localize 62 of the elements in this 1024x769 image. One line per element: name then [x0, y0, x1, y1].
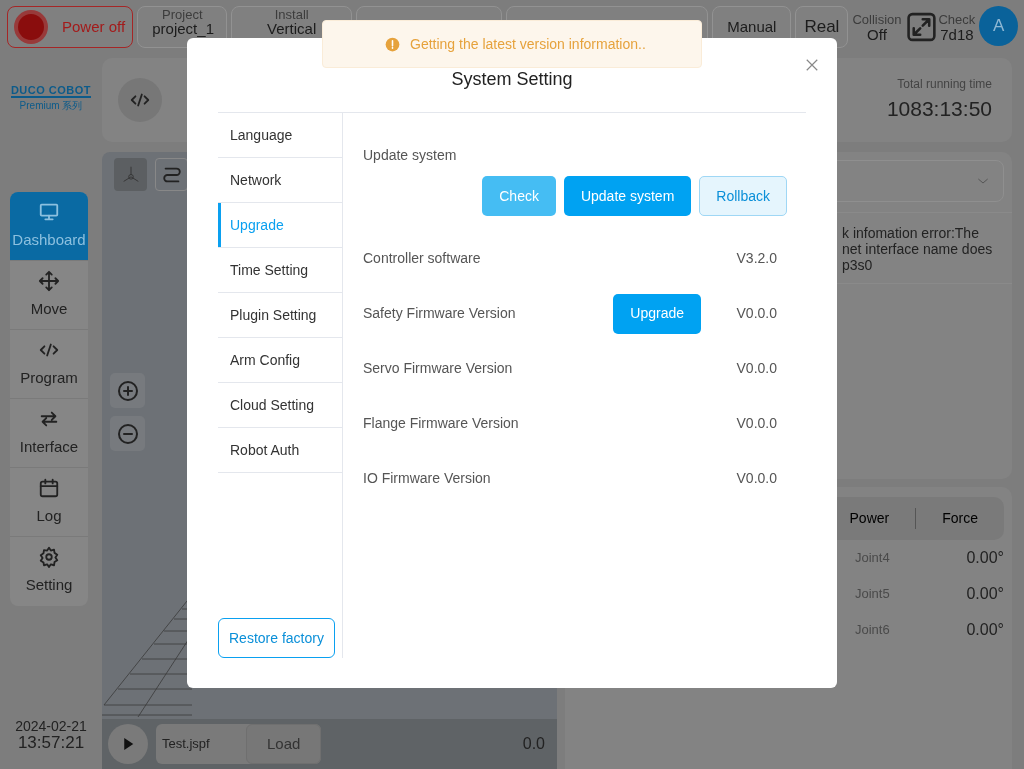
joint-value: 0.00° — [966, 548, 1004, 568]
status-label: Project — [161, 8, 204, 21]
version-value: V0.0.0 — [735, 414, 777, 433]
version-label: Flange Firmware Version — [363, 414, 519, 433]
status-value: project_1 — [152, 21, 213, 37]
load-button[interactable]: Load — [246, 724, 322, 764]
status-label: Install — [273, 8, 310, 21]
collision-label: Collision — [852, 13, 902, 27]
settings-icon — [38, 546, 60, 569]
restore-factory-button[interactable]: Restore factory — [218, 618, 335, 658]
warning-icon — [385, 36, 400, 52]
version-label: Safety Firmware Version — [363, 304, 516, 323]
check-label: Check — [938, 13, 976, 27]
avatar[interactable]: A — [979, 6, 1018, 46]
toast-text: Getting the latest version information.. — [410, 34, 646, 54]
joint-name: Joint6 — [855, 621, 890, 640]
settings-menu-item[interactable]: Upgrade — [218, 203, 342, 248]
version-value: V0.0.0 — [735, 359, 777, 378]
version-label: Controller software — [363, 249, 481, 268]
running-time-value: 1083:13:50 — [886, 96, 992, 123]
joint-name: Joint5 — [855, 585, 890, 604]
close-button[interactable] — [805, 58, 819, 72]
play-button[interactable] — [108, 724, 148, 764]
nav-item[interactable]: Program — [10, 330, 88, 399]
joint-tab[interactable]: Force — [915, 508, 1004, 529]
running-time-label: Total running time — [897, 76, 992, 94]
close-icon — [805, 58, 819, 72]
expand-icon[interactable] — [905, 11, 937, 43]
nav-item[interactable]: Move — [10, 261, 88, 330]
version-label: IO Firmware Version — [363, 469, 491, 488]
version-value: V0.0.0 — [735, 469, 777, 488]
joint-value: 0.00° — [966, 584, 1004, 604]
file-field[interactable]: Test.jspf Load — [156, 724, 322, 764]
section-title: Update system — [363, 146, 458, 165]
zoom-out-icon[interactable] — [115, 421, 140, 446]
logo-text: DUCO COBOT — [10, 84, 92, 99]
version-label: Servo Firmware Version — [363, 359, 513, 378]
version-value: V3.2.0 — [735, 249, 777, 268]
status-value: Vertical — [266, 21, 318, 37]
joint-tab[interactable]: Power — [823, 508, 916, 529]
nav-item[interactable]: Dashboard — [10, 192, 88, 261]
power-icon — [18, 14, 44, 40]
nav-item[interactable]: Interface — [10, 399, 88, 468]
zoom-in-icon[interactable] — [115, 378, 140, 403]
upgrade-button[interactable]: Upgrade — [613, 293, 701, 334]
logo-subtitle: Premium 系列 — [19, 99, 83, 114]
collision-value: Off — [866, 26, 888, 43]
joint-value: 0.00° — [966, 620, 1004, 640]
dialog-title: System Setting — [451, 69, 573, 91]
nav-item[interactable]: Setting — [10, 537, 88, 606]
clock-date: 2024-02-21 — [15, 719, 87, 735]
nav-item[interactable]: Log — [10, 468, 88, 537]
file-name: Test.jspf — [161, 735, 211, 754]
calendar-icon — [38, 476, 60, 499]
action-button[interactable]: Update system — [563, 176, 692, 216]
action-button[interactable]: Rollback — [699, 176, 787, 216]
version-value: V0.0.0 — [735, 304, 777, 323]
move-icon — [38, 269, 60, 292]
speed-value: 0.0 — [522, 734, 546, 754]
joint-name: Joint4 — [855, 549, 890, 568]
clock-time: 13:57:21 — [17, 734, 85, 752]
check-value: 7d18 — [939, 26, 975, 43]
